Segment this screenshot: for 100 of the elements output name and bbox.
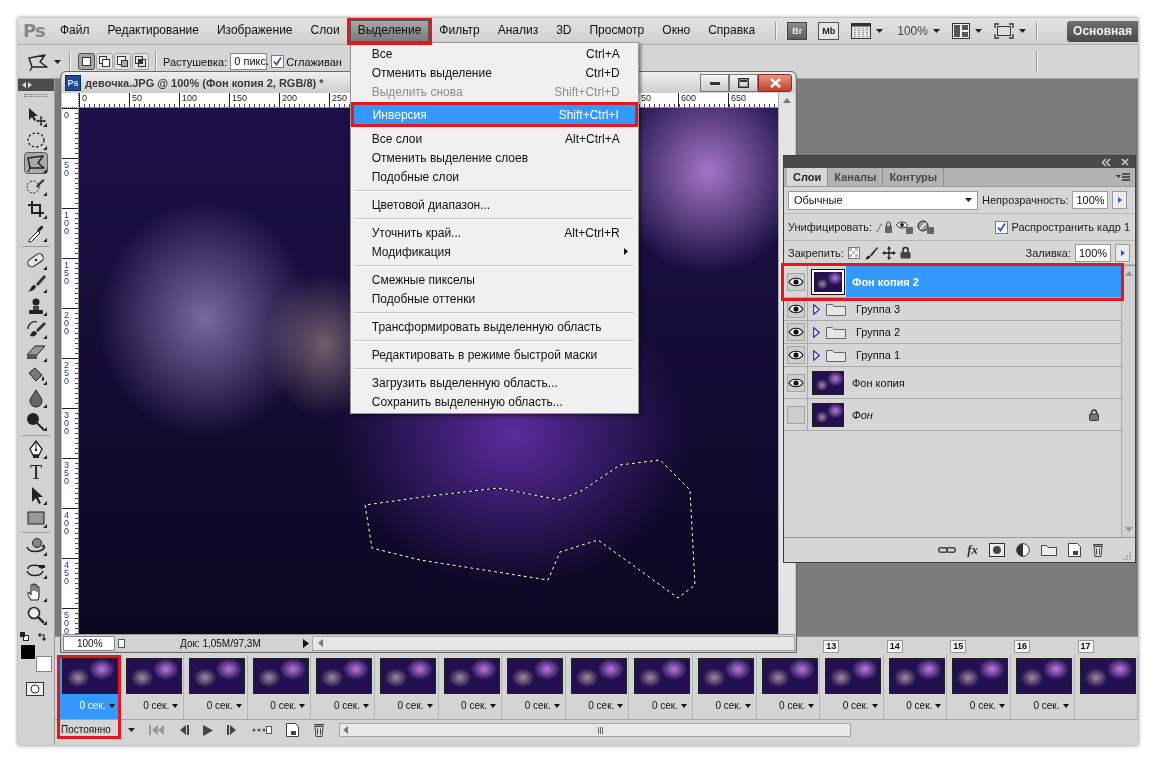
scroll-grip-icon[interactable] (598, 726, 603, 734)
visibility-toggle[interactable] (786, 323, 805, 341)
tab[interactable]: Контуры (883, 168, 945, 186)
swap-arrow-icon[interactable] (38, 632, 47, 641)
layer-name[interactable]: Фон (846, 399, 1089, 430)
caret-icon[interactable] (871, 703, 878, 708)
left-arrow-icon[interactable] (343, 726, 348, 734)
tab[interactable]: Каналы (828, 168, 884, 186)
new-layer-icon[interactable] (1068, 543, 1081, 557)
caret-icon[interactable] (932, 29, 940, 33)
close-icon[interactable] (1121, 158, 1129, 166)
menu-item[interactable]: Фильтр (431, 20, 488, 42)
zoom-dropdown[interactable]: 100% (897, 24, 928, 38)
bridge-button[interactable]: Br (787, 22, 808, 40)
menu-item[interactable]: Отменить выделение слоев (352, 148, 636, 167)
animation-frame[interactable]: 0 сек. (502, 655, 566, 719)
menu-item[interactable]: Все слои Alt+Ctrl+A (352, 129, 636, 148)
caret-icon[interactable] (299, 703, 306, 708)
layer-name[interactable]: Группа 3 (850, 298, 1121, 320)
blend-mode-dropdown[interactable]: Обычные (788, 190, 978, 210)
right-arrow-icon[interactable] (303, 638, 309, 648)
caret-icon[interactable] (362, 703, 369, 708)
caret-icon[interactable] (808, 703, 815, 708)
caret-icon[interactable] (235, 703, 242, 708)
animation-frame[interactable]: 0 сек. (374, 655, 439, 719)
panel-grip[interactable] (24, 94, 48, 97)
horizontal-scrollbar[interactable] (339, 723, 851, 737)
frame-delay[interactable]: 0 сек. (906, 700, 933, 711)
quick-mask-icon[interactable] (26, 682, 44, 696)
menu-item[interactable]: Справка (700, 20, 764, 42)
type-tool[interactable]: T (24, 461, 48, 483)
expand-triangle-icon[interactable] (813, 326, 820, 338)
caret-icon[interactable] (172, 703, 179, 708)
minimize-button[interactable] (700, 74, 729, 92)
caret-icon[interactable] (876, 29, 884, 33)
skip-to-start-icon[interactable] (149, 725, 164, 735)
frame-delay[interactable]: 0 сек. (461, 700, 488, 711)
dodge-icon[interactable] (24, 410, 48, 432)
loop-dropdown[interactable]: Постоянно (57, 721, 121, 739)
menu-item[interactable]: Сохранить выделенную область... (352, 392, 636, 411)
menu-item[interactable]: Все Ctrl+A (352, 44, 636, 63)
color-swatch[interactable] (36, 656, 52, 672)
menu-item[interactable]: Окно (654, 20, 699, 42)
lock-icon[interactable] (899, 246, 911, 259)
animation-frame[interactable]: 0 сек. (1010, 655, 1075, 719)
add-selection-icon[interactable] (96, 53, 113, 70)
restore-button[interactable] (729, 74, 758, 92)
tab[interactable]: Слои (787, 168, 829, 186)
animation-frame[interactable]: 0 сек. (120, 655, 185, 719)
mask-icon[interactable] (989, 543, 1005, 557)
resize-grip-icon[interactable] (1123, 552, 1131, 560)
menu-item[interactable]: Отменить выделение Ctrl+D (352, 63, 636, 82)
menu-item[interactable]: Анализ (489, 20, 547, 42)
visibility-toggle[interactable] (786, 373, 805, 392)
frame-delay[interactable]: 0 сек. (779, 700, 806, 711)
caret-icon[interactable] (1062, 703, 1069, 708)
folder-icon[interactable] (1041, 544, 1057, 556)
trash-icon[interactable] (1092, 543, 1104, 557)
move-arrows-icon[interactable] (881, 245, 896, 260)
caret-icon[interactable] (490, 703, 497, 708)
menu-item[interactable]: Цветовой диапазон... (352, 195, 636, 214)
expand-triangle-icon[interactable] (813, 349, 820, 361)
page-icon[interactable] (118, 638, 125, 648)
elliptical-marquee-icon[interactable] (24, 129, 48, 151)
layer-name[interactable]: Группа 2 (850, 321, 1121, 343)
animation-frame[interactable]: 0 сек. (311, 655, 375, 719)
workspace-button[interactable]: Основная (1067, 20, 1138, 42)
new-frame-icon[interactable] (286, 723, 299, 737)
trash-icon[interactable] (313, 723, 325, 737)
frame-delay[interactable]: 0 сек. (143, 700, 170, 711)
frame-delay[interactable]: 0 сек. (588, 700, 615, 711)
animation-frame[interactable]: 0 сек. (438, 655, 503, 719)
checkbox[interactable] (994, 220, 1008, 234)
frame-delay[interactable]: 0 сек. (715, 700, 742, 711)
rotate-3d-icon[interactable] (24, 535, 48, 557)
caret-icon[interactable] (128, 728, 135, 732)
new-selection-icon[interactable] (78, 53, 95, 70)
menu-item[interactable]: Трансформировать выделенную область (352, 317, 636, 336)
fill-field[interactable]: 100% (1075, 243, 1111, 262)
frame-delay[interactable]: 0 сек. (651, 700, 678, 711)
visibility-toggle[interactable] (786, 272, 805, 291)
visibility-toggle[interactable] (786, 346, 805, 364)
adjustment-icon[interactable] (1016, 543, 1030, 557)
close-button[interactable] (758, 74, 792, 92)
tween-icon[interactable] (252, 725, 272, 735)
screen-mode-icon[interactable] (993, 23, 1014, 39)
opacity-field[interactable]: 100% (1072, 191, 1109, 209)
panel-menu-icon[interactable] (1116, 173, 1130, 181)
frame-delay[interactable]: 0 сек. (524, 700, 551, 711)
menu-item[interactable]: Подобные оттенки (352, 289, 636, 308)
split-view-icon[interactable] (951, 23, 970, 39)
animation-frame[interactable]: 0 сек. (629, 655, 693, 719)
menu-item[interactable]: 3D (548, 20, 580, 42)
frame-delay[interactable]: 0 сек. (969, 700, 996, 711)
document-layout-icon[interactable] (851, 23, 872, 39)
animation-frame[interactable]: 0 сек. (883, 655, 948, 719)
menu-item[interactable]: Смежные пикселы (352, 270, 636, 289)
default-colors-icon[interactable] (20, 632, 29, 641)
menu-item[interactable]: Выделение (349, 20, 430, 42)
frame-delay[interactable]: 0 сек. (397, 700, 424, 711)
